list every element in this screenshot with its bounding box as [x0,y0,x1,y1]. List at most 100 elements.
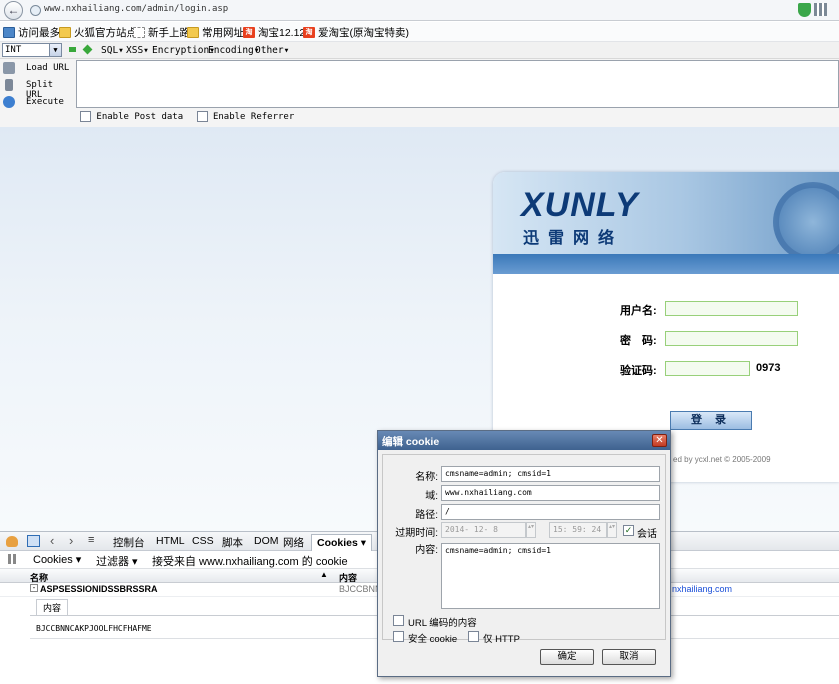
bookmark-ai-taobao[interactable]: 淘 爱淘宝(原淘宝特卖) [303,25,409,40]
taobao-icon: 淘 [243,27,255,38]
firebug-icon[interactable] [6,536,18,547]
cookie-name: ASPSESSIONIDSSBRSSRA [40,584,158,594]
dialog-title: 编辑 cookie [378,431,670,450]
bookmark-label: 火狐官方站点 [74,27,137,39]
session-checkbox[interactable]: ✓ [623,525,634,536]
hackbar-options: Enable Post data Enable Referrer [80,111,294,122]
content-textarea[interactable]: cmsname=admin; cmsid=1 [441,543,660,609]
copyright: ed by ycxl.net © 2005-2009 [673,455,771,464]
name-label: 名称: [415,472,438,483]
tab-net[interactable]: 网络 [283,535,304,550]
bookmark-label: 淘宝12.12 [258,27,306,39]
bookmark-label: 爱淘宝(原淘宝特卖) [318,27,409,39]
login-button[interactable]: 登 录 [670,411,752,430]
captcha-code: 0973 [756,362,781,374]
page-icon [133,27,145,38]
cookies-menu[interactable]: Cookies ▾ [33,553,81,566]
enable-post-label: Enable Post data [96,112,184,122]
menu-other[interactable]: Other▾ [255,45,289,56]
tab-html[interactable]: HTML [156,535,185,547]
time-spinner-icon[interactable]: ▴▾ [607,522,617,538]
bookmark-label: 访问最多 [18,27,60,39]
logo-subtitle: 迅雷网络 [523,230,624,247]
bookmark-firefox-site[interactable]: 火狐官方站点 [59,25,137,40]
date-spinner-icon[interactable]: ▴▾ [526,522,536,538]
bookmarks-bar: 访问最多 火狐官方站点 新手上路 常用网址 淘 淘宝12.12 淘 爱淘宝(原淘… [0,22,839,42]
name-field[interactable]: cmsname=admin; cmsid=1 [441,466,660,482]
shield-icon[interactable] [798,3,811,17]
tab-console[interactable]: 控制台 [113,535,145,550]
bookmark-getting-started[interactable]: 新手上路 [133,25,190,40]
username-label: 用户名: [620,305,657,317]
secure-checkbox[interactable] [393,631,404,642]
back-icon[interactable]: ‹ [50,533,54,548]
detail-tab-content[interactable]: 内容 [36,599,69,615]
cancel-button[interactable]: 取消 [602,649,656,665]
expire-label: 过期时间: [395,528,438,539]
captcha-input[interactable] [665,361,750,376]
domain-label: 域: [425,491,438,502]
folder-icon [187,27,199,38]
url-textarea[interactable] [76,60,839,108]
menu-encoding[interactable]: Encoding▾ [208,45,259,56]
folder-icon [59,27,71,38]
type-select[interactable]: INT ▼ [2,43,62,57]
load-url-button[interactable]: Load URL [0,60,74,77]
tab-css[interactable]: CSS [192,535,214,547]
path-field[interactable]: / [441,504,660,520]
password-label: 密 码: [620,335,657,347]
http-only-checkbox[interactable] [468,631,479,642]
username-input[interactable] [665,301,798,316]
split-icon [5,79,13,91]
address-bar: ← www.nxhailiang.com/admin/login.asp [0,0,839,21]
close-icon[interactable]: ✕ [652,434,667,447]
inspect-icon[interactable] [27,535,40,547]
forward-icon[interactable]: › [69,533,73,548]
pause-icon[interactable] [8,554,16,564]
password-input[interactable] [665,331,798,346]
tab-script[interactable]: 脚本 [222,535,243,550]
menu-sql[interactable]: SQL▾ [101,45,124,56]
load-url-label: Load URL [26,63,70,73]
url-field[interactable]: www.nxhailiang.com/admin/login.asp [44,4,228,14]
ok-button[interactable]: 确定 [540,649,594,665]
filter-menu[interactable]: 过滤器 ▾ [96,553,138,569]
decoration-image [773,182,839,262]
bookmark-common-urls[interactable]: 常用网址 [187,25,244,40]
enable-referrer-checkbox[interactable] [196,111,208,122]
dialog-fieldset: 名称: cmsname=admin; cmsid=1 域: www.nxhail… [382,454,666,645]
domain-field[interactable]: www.nxhailiang.com [441,485,660,501]
sort-asc-icon: ▲ [320,570,328,579]
bookmark-label: 新手上路 [148,27,190,39]
expire-date-field[interactable]: 2014- 12- 8 [441,522,526,538]
execute-button[interactable]: Execute [0,94,74,111]
plus-icon[interactable] [82,44,93,55]
cookie-domain: nxhailiang.com [672,584,733,594]
hackbar-menu-bar: INT ▼ SQL▾ XSS▾ Encryption▾ Encoding▾ Ot… [0,42,839,59]
execute-label: Execute [26,97,64,107]
expire-time-field[interactable]: 15: 59: 24 [549,522,607,538]
path-label: 路径: [415,510,438,521]
tab-dom[interactable]: DOM [254,535,279,547]
content-label: 内容: [415,545,438,556]
url-encode-label: URL 编码的内容 [408,618,477,629]
command-line-icon[interactable]: ≡ [88,534,94,546]
bookmark-taobao-1212[interactable]: 淘 淘宝12.12 [243,25,305,40]
grid-icon[interactable] [814,3,827,16]
menu-xss[interactable]: XSS▾ [126,45,149,56]
accept-cookies-source[interactable]: 接受来自 www.nxhailiang.com 的 cookie [152,553,348,569]
visited-icon [3,27,15,38]
bookmark-most-visited[interactable]: 访问最多 [3,25,60,40]
minus-icon[interactable] [69,47,76,52]
url-encode-checkbox[interactable] [393,615,404,626]
collapse-icon[interactable]: - [30,584,38,592]
menu-encryption[interactable]: Encryption▾ [152,45,215,56]
load-icon [3,62,15,74]
enable-referrer-label: Enable Referrer [212,112,295,122]
cookie-detail-value: BJCCBNNCAKPJOOLFHCFHAFME [36,624,152,633]
type-select-value: INT [5,45,22,55]
enable-post-checkbox[interactable] [80,111,91,122]
tab-cookies[interactable]: Cookies ▾ [311,534,373,551]
split-url-button[interactable]: Split URL [0,77,74,100]
back-button[interactable]: ← [4,1,23,20]
